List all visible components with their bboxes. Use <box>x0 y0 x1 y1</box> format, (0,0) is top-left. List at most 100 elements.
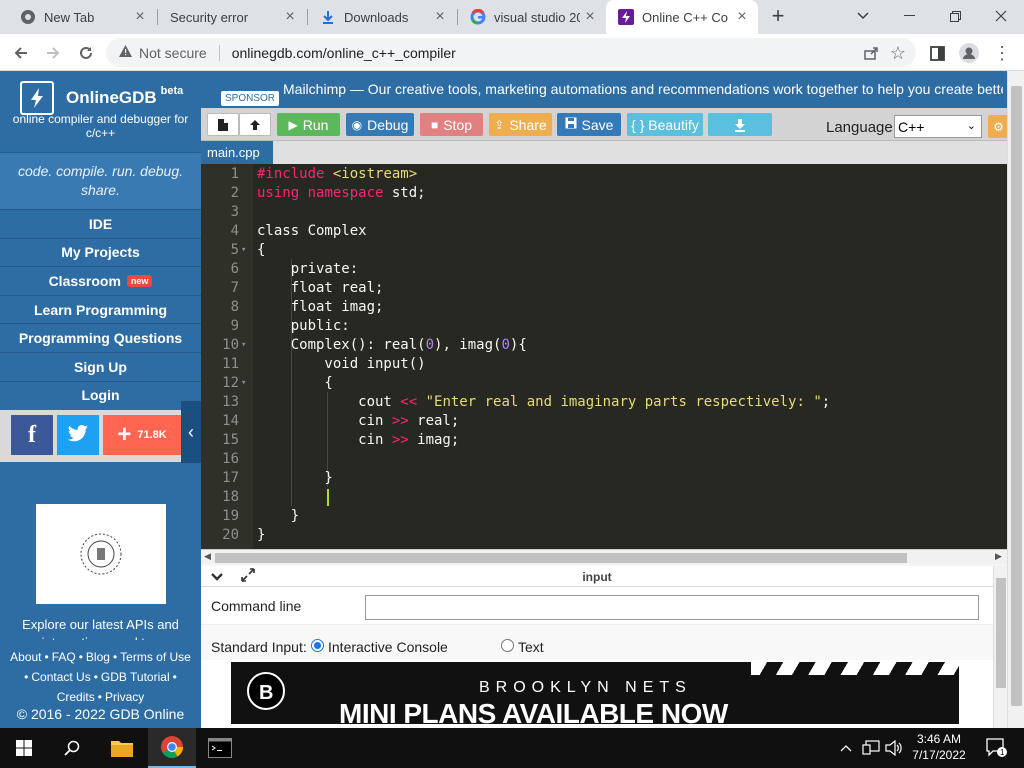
security-label[interactable]: Not secure <box>139 45 207 61</box>
tab-new-tab[interactable]: New Tab × <box>8 0 156 34</box>
new-tab-button[interactable]: + <box>765 4 791 30</box>
collapse-sidebar-button[interactable]: ‹ <box>181 401 201 463</box>
footer-link-blog[interactable]: Blog <box>86 650 110 664</box>
code-line[interactable]: 15 cin >> imag; <box>201 431 1007 450</box>
bookmark-star-icon[interactable]: ☆ <box>885 40 911 66</box>
interactive-console-radio[interactable] <box>311 639 324 652</box>
code-line[interactable]: 14 cin >> real; <box>201 412 1007 431</box>
code-line[interactable]: 19 } <box>201 507 1007 526</box>
footer-link-terms[interactable]: Terms of Use <box>120 650 191 664</box>
sidebar-item-classroom[interactable]: Classroom new <box>0 266 201 295</box>
chrome-taskbar-button[interactable] <box>148 728 196 768</box>
sidebar-item-login[interactable]: Login <box>0 380 201 410</box>
share-page-icon[interactable] <box>858 40 884 66</box>
search-button[interactable] <box>48 728 96 768</box>
code-line[interactable]: 8 float imag; <box>201 298 1007 317</box>
code-line[interactable]: 16 <box>201 450 1007 469</box>
code-editor[interactable]: 1 #include <iostream> 2 using namespace std… <box>201 164 1007 549</box>
close-tab-icon[interactable]: × <box>580 8 600 26</box>
fold-arrow-icon[interactable]: ▾ <box>241 336 246 355</box>
tab-downloads[interactable]: Downloads × <box>308 0 456 34</box>
download-button[interactable] <box>708 113 772 136</box>
url-text[interactable]: onlinegdb.com/online_c++_compiler <box>232 45 456 61</box>
code-line[interactable]: 2 using namespace std; <box>201 184 1007 203</box>
system-clock[interactable]: 3:46 AM 7/17/2022 <box>904 731 974 763</box>
code-line[interactable]: 13 cout << "Enter real and imaginary par… <box>201 393 1007 412</box>
minimize-icon[interactable] <box>886 0 932 32</box>
forward-icon[interactable] <box>40 40 66 66</box>
command-line-input[interactable] <box>365 595 979 620</box>
reload-icon[interactable] <box>73 40 99 66</box>
scrollbar-thumb[interactable] <box>1011 86 1022 706</box>
sidebar-item-my-projects[interactable]: My Projects <box>0 237 201 267</box>
close-tab-icon[interactable]: × <box>732 8 752 26</box>
chrome-menu-icon[interactable]: ⋮ <box>989 40 1015 66</box>
code-line[interactable]: 4 class Complex <box>201 222 1007 241</box>
fold-arrow-icon[interactable]: ▾ <box>241 241 246 260</box>
back-icon[interactable] <box>8 40 34 66</box>
scrollbar-thumb[interactable] <box>996 578 1006 688</box>
volume-icon[interactable] <box>885 739 903 759</box>
brand[interactable]: OnlineGDB beta <box>20 81 183 115</box>
interactive-console-label[interactable]: Interactive Console <box>328 639 448 655</box>
run-button[interactable]: ▶ Run <box>277 113 340 136</box>
stop-button[interactable]: ■ Stop <box>420 113 483 136</box>
code-line[interactable]: 18 <box>201 488 1007 507</box>
scroll-left-icon[interactable]: ◀ <box>204 551 211 562</box>
tab-online-cpp-compiler[interactable]: Online C++ Co × <box>606 0 758 34</box>
more-share-button[interactable]: + 71.8K <box>103 415 181 455</box>
code-line[interactable]: 17 } <box>201 469 1007 488</box>
tab-search-icon[interactable] <box>840 0 886 32</box>
page-vertical-scrollbar[interactable] <box>1007 71 1024 728</box>
new-file-button[interactable] <box>207 113 239 136</box>
beautify-button[interactable]: { } Beautify <box>627 113 703 136</box>
code-line[interactable]: 20} <box>201 526 1007 545</box>
code-line[interactable]: 1 #include <iostream> <box>201 165 1007 184</box>
notifications-icon[interactable]: 1 <box>986 738 1008 761</box>
profile-avatar-icon[interactable] <box>956 40 982 66</box>
restore-icon[interactable] <box>932 0 978 32</box>
sidebar-item-programming-questions[interactable]: Programming Questions <box>0 323 201 352</box>
scrollbar-thumb[interactable] <box>215 553 907 563</box>
settings-button[interactable]: ⚙ <box>988 115 1009 138</box>
footer-link-contact[interactable]: Contact Us <box>31 670 90 684</box>
sponsor-text[interactable]: Mailchimp — Our creative tools, marketin… <box>283 81 1003 99</box>
language-select[interactable]: C++ ⌄ <box>894 115 982 138</box>
footer-link-about[interactable]: About <box>10 650 41 664</box>
footer-link-privacy[interactable]: Privacy <box>105 690 144 704</box>
brooklyn-nets-ad[interactable]: B BROOKLYN NETS MINI PLANS AVAILABLE NOW <box>231 662 959 724</box>
sidebar-ad-text[interactable]: Explore our latest APIs and integrations… <box>0 616 201 640</box>
facebook-share-button[interactable]: f <box>11 415 53 455</box>
tab-security-error[interactable]: Security error × <box>158 0 306 34</box>
code-line[interactable]: 5 ▾ { <box>201 241 1007 260</box>
terminal-taskbar-button[interactable] <box>196 728 244 768</box>
sidebar-item-sign-up[interactable]: Sign Up <box>0 351 201 381</box>
sidebar-item-learn-programming[interactable]: Learn Programming <box>0 294 201 324</box>
start-button[interactable] <box>0 728 48 768</box>
debug-button[interactable]: ◉ Debug <box>346 113 414 136</box>
close-tab-icon[interactable]: × <box>130 8 150 26</box>
code-line[interactable]: 12 ▾ { <box>201 374 1007 393</box>
sidebar-ad-image[interactable] <box>36 504 166 604</box>
sponsor-bar[interactable]: SPONSOR Mailchimp — Our creative tools, … <box>201 71 1009 108</box>
upload-file-button[interactable] <box>239 113 271 136</box>
footer-link-faq[interactable]: FAQ <box>52 650 76 664</box>
code-line[interactable]: 10 ▾ Complex(): real(0), imag(0){ <box>201 336 1007 355</box>
text-input-radio[interactable] <box>501 639 514 652</box>
code-line[interactable]: 6 private: <box>201 260 1007 279</box>
io-panel-scrollbar[interactable] <box>993 566 1007 728</box>
text-input-label[interactable]: Text <box>518 639 544 655</box>
close-tab-icon[interactable]: × <box>430 8 450 26</box>
twitter-share-button[interactable] <box>57 415 99 455</box>
footer-link-credits[interactable]: Credits <box>57 690 95 704</box>
side-panel-icon[interactable] <box>924 40 950 66</box>
footer-link-gdb-tutorial[interactable]: GDB Tutorial <box>101 670 170 684</box>
fold-arrow-icon[interactable]: ▾ <box>241 374 246 393</box>
close-tab-icon[interactable]: × <box>280 8 300 26</box>
code-line[interactable]: 7 float real; <box>201 279 1007 298</box>
share-button[interactable]: ⇪ Share <box>489 113 552 136</box>
scroll-right-icon[interactable]: ▶ <box>995 551 1002 562</box>
tab-visual-studio[interactable]: visual studio 20 × <box>458 0 606 34</box>
close-window-icon[interactable] <box>978 0 1024 32</box>
code-line[interactable]: 11 void input() <box>201 355 1007 374</box>
